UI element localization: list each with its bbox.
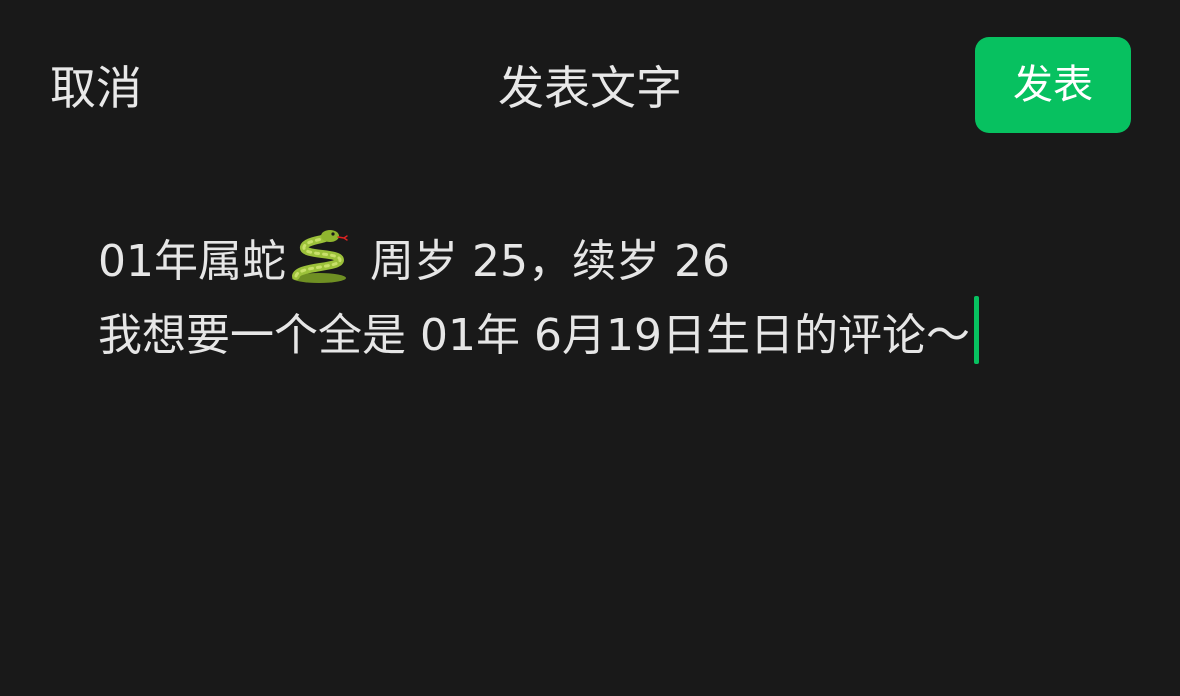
publish-button[interactable]: 发表 xyxy=(975,37,1131,133)
editor-line-2: 我想要一个全是 01年 6月19日生日的评论～ xyxy=(98,296,1138,370)
snake-icon xyxy=(292,230,348,283)
text-editor[interactable]: 01年属蛇 周岁 25，续岁 26 我想要一个全是 01年 6月19日生日的评论… xyxy=(98,228,1138,648)
editor-line-1: 01年属蛇 周岁 25，续岁 26 xyxy=(98,228,1138,296)
line1-prefix: 01年属蛇 xyxy=(98,236,286,287)
line1-suffix: 周岁 25，续岁 26 xyxy=(356,236,730,287)
cancel-button[interactable]: 取消 xyxy=(50,58,142,118)
top-bar: 取消 发表文字 发表 xyxy=(0,0,1180,170)
text-cursor xyxy=(973,296,979,364)
line2-text: 我想要一个全是 01年 6月19日生日的评论～ xyxy=(98,310,970,361)
